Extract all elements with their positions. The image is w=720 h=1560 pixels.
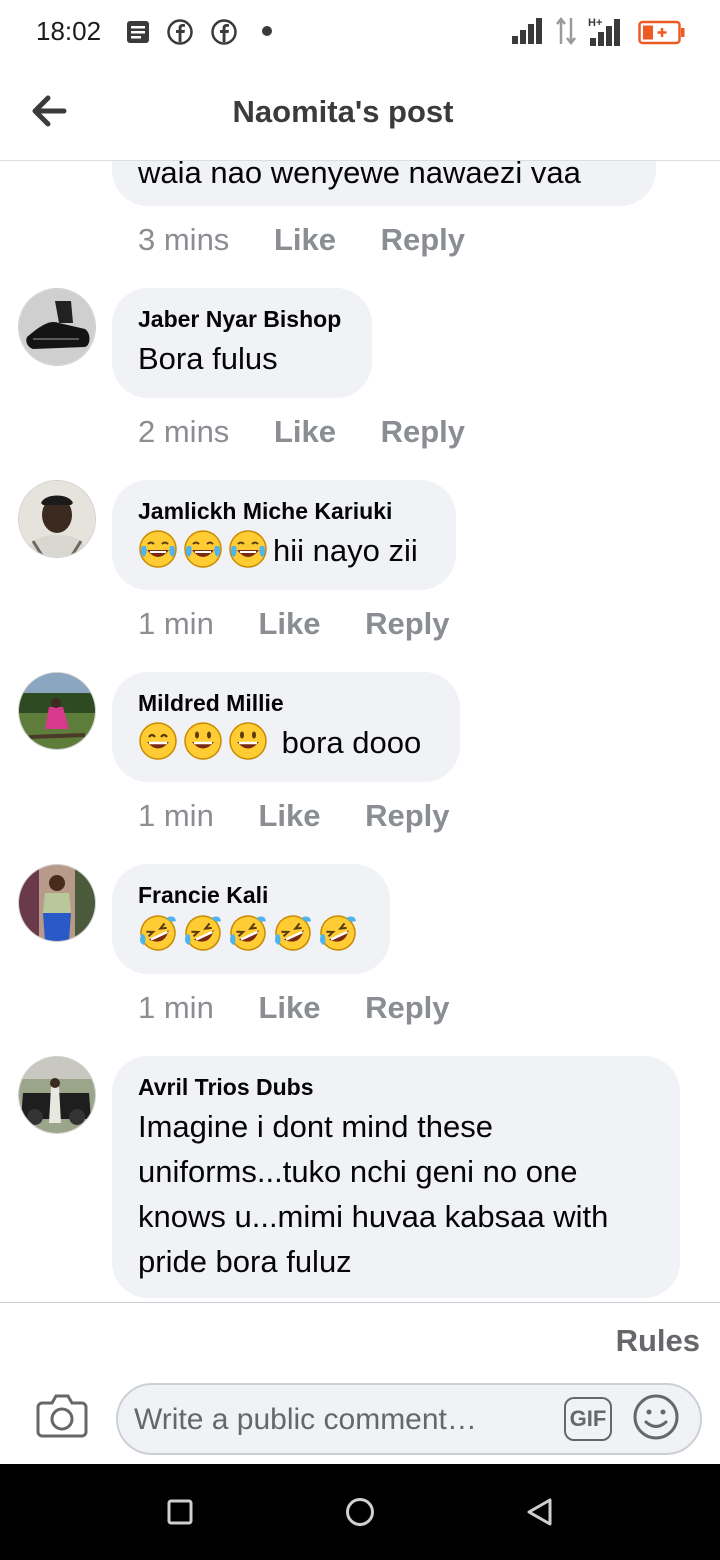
system-nav-bar <box>0 1464 720 1560</box>
comment-text: waia nao wenyewe nawaezi vaa <box>138 160 581 190</box>
grinning-emoji-icon <box>184 722 222 760</box>
grinning-smiling-eyes-emoji-icon <box>139 722 177 760</box>
svg-text:H+: H+ <box>588 17 602 29</box>
comment-meta: 1 min Like Reply <box>138 798 450 834</box>
notification-icon <box>127 21 149 43</box>
comment-text-body: hii nayo zii <box>273 533 418 568</box>
tears-of-joy-emoji-icon <box>229 530 267 568</box>
comment-author[interactable]: Francie Kali <box>138 880 364 910</box>
recents-square-icon[interactable] <box>164 1496 196 1528</box>
comment-text-body: bora dooo <box>273 725 422 760</box>
rolling-laughing-emoji-icon <box>275 915 311 951</box>
avatar[interactable] <box>18 672 96 750</box>
comment-input[interactable] <box>132 1395 556 1445</box>
signal-icon <box>512 18 542 44</box>
page-title: Naomita's post <box>232 94 454 129</box>
comment-time: 1 min <box>138 606 214 641</box>
comment-text: Imagine i dont mind these uniforms...tuk… <box>138 1109 609 1279</box>
dot-icon <box>262 26 272 36</box>
grinning-emoji-icon <box>229 722 267 760</box>
rolling-laughing-emoji-icon <box>185 915 221 951</box>
hplus-signal-icon: H+ <box>588 17 620 46</box>
comment-list[interactable]: waia nao wenyewe nawaezi vaa 3 mins Like… <box>0 160 720 1302</box>
status-time: 18:02 <box>36 16 102 46</box>
comment-author[interactable]: Mildred Millie <box>138 688 434 718</box>
comment-meta: 2 mins Like Reply <box>138 414 465 450</box>
rolling-laughing-emoji-icon <box>320 915 356 951</box>
reply-button[interactable]: Reply <box>365 798 449 834</box>
comment-text: bora dooo <box>138 720 434 765</box>
facebook-icon <box>211 19 237 45</box>
smiley-icon[interactable] <box>632 1393 680 1441</box>
back-triangle-icon[interactable] <box>524 1496 556 1528</box>
comment-time: 1 min <box>138 990 214 1025</box>
comment-text <box>138 912 364 957</box>
comment-author[interactable]: Avril Trios Dubs <box>138 1072 654 1102</box>
reply-button[interactable]: Reply <box>365 606 449 642</box>
comment-text: Bora fulus <box>138 341 278 376</box>
like-button[interactable]: Like <box>274 222 336 258</box>
comment-bubble[interactable]: Avril Trios Dubs Imagine i dont mind the… <box>112 1056 680 1298</box>
like-button[interactable]: Like <box>274 414 336 450</box>
comment-composer: Rules GIF <box>0 1302 720 1465</box>
comment-author[interactable]: Jaber Nyar Bishop <box>138 304 346 334</box>
comment-bubble[interactable]: Jaber Nyar Bishop Bora fulus <box>112 288 372 398</box>
comment-time: 2 mins <box>138 414 230 449</box>
comment-bubble[interactable]: Jamlickh Miche Kariuki hii nayo zii <box>112 480 456 590</box>
battery-icon <box>638 20 685 45</box>
comment-meta: 1 min Like Reply <box>138 606 450 642</box>
avatar[interactable] <box>18 480 96 558</box>
rolling-laughing-emoji-icon <box>140 915 176 951</box>
tears-of-joy-emoji-icon <box>184 530 222 568</box>
home-circle-icon[interactable] <box>344 1496 376 1528</box>
gif-button[interactable]: GIF <box>564 1397 612 1441</box>
like-button[interactable]: Like <box>258 798 320 834</box>
camera-icon[interactable] <box>36 1391 88 1439</box>
avatar[interactable] <box>18 288 96 366</box>
rules-link[interactable]: Rules <box>616 1323 700 1359</box>
data-transfer-icon <box>556 16 576 46</box>
comment-text: hii nayo zii <box>138 528 430 573</box>
reply-button[interactable]: Reply <box>365 990 449 1026</box>
post-header: Naomita's post <box>0 66 720 161</box>
comment-input-box[interactable]: GIF <box>116 1383 702 1455</box>
comment-time: 1 min <box>138 798 214 833</box>
status-bar: 18:02 H+ <box>0 0 720 66</box>
like-button[interactable]: Like <box>258 606 320 642</box>
comment-meta: 3 mins Like Reply <box>138 222 465 258</box>
like-button[interactable]: Like <box>258 990 320 1026</box>
comment-time: 3 mins <box>138 222 230 257</box>
comment-bubble[interactable]: Francie Kali <box>112 864 390 974</box>
tears-of-joy-emoji-icon <box>139 530 177 568</box>
reply-button[interactable]: Reply <box>381 222 465 258</box>
comment-author[interactable]: Jamlickh Miche Kariuki <box>138 496 430 526</box>
avatar[interactable] <box>18 1056 96 1134</box>
rolling-laughing-emoji-icon <box>230 915 266 951</box>
reply-button[interactable]: Reply <box>381 414 465 450</box>
comment-bubble[interactable]: waia nao wenyewe nawaezi vaa <box>112 160 656 206</box>
avatar[interactable] <box>18 864 96 942</box>
comment-bubble[interactable]: Mildred Millie bora dooo <box>112 672 460 782</box>
comment-meta: 1 min Like Reply <box>138 990 450 1026</box>
facebook-icon <box>167 19 193 45</box>
